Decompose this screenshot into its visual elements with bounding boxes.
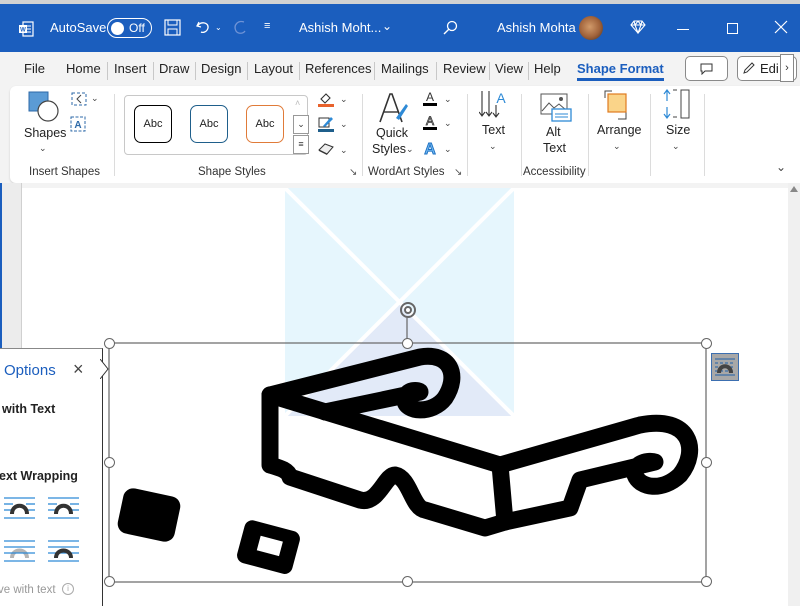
layout-options-pane: Options × with Text ext Wrapping ve with… <box>0 348 109 606</box>
resize-handle-ml[interactable] <box>104 457 115 468</box>
wrap-top-bottom-icon[interactable] <box>3 496 36 520</box>
section-heading-wrapping: ext Wrapping <box>0 469 78 483</box>
wrap-in-front-icon[interactable] <box>47 539 80 563</box>
selection-box <box>108 342 707 583</box>
resize-handle-tc[interactable] <box>402 338 413 349</box>
layout-options-button[interactable] <box>711 353 739 381</box>
resize-handle-mr[interactable] <box>701 457 712 468</box>
pane-close-icon[interactable]: × <box>73 359 84 380</box>
wrap-behind-text-icon[interactable] <box>3 539 36 563</box>
section-heading-inline: with Text <box>2 402 56 416</box>
glasses-lens-left <box>117 488 181 542</box>
pane-callout-notch <box>99 358 110 380</box>
pane-title: Options <box>4 362 56 379</box>
glasses-graphic[interactable] <box>0 0 800 606</box>
resize-handle-tl[interactable] <box>104 338 115 349</box>
resize-handle-bl[interactable] <box>104 576 115 587</box>
info-icon: i <box>62 583 74 595</box>
move-with-text-option[interactable]: ve with text <box>0 584 56 596</box>
glasses-top-edge <box>261 386 514 531</box>
wrap-through-icon[interactable] <box>47 496 80 520</box>
wrap-behind-text-icon <box>715 358 735 376</box>
rotate-handle <box>400 302 416 318</box>
resize-handle-tr[interactable] <box>701 338 712 349</box>
resize-handle-br[interactable] <box>701 576 712 587</box>
resize-handle-bc[interactable] <box>402 576 413 587</box>
glasses-right-arm <box>491 414 698 531</box>
